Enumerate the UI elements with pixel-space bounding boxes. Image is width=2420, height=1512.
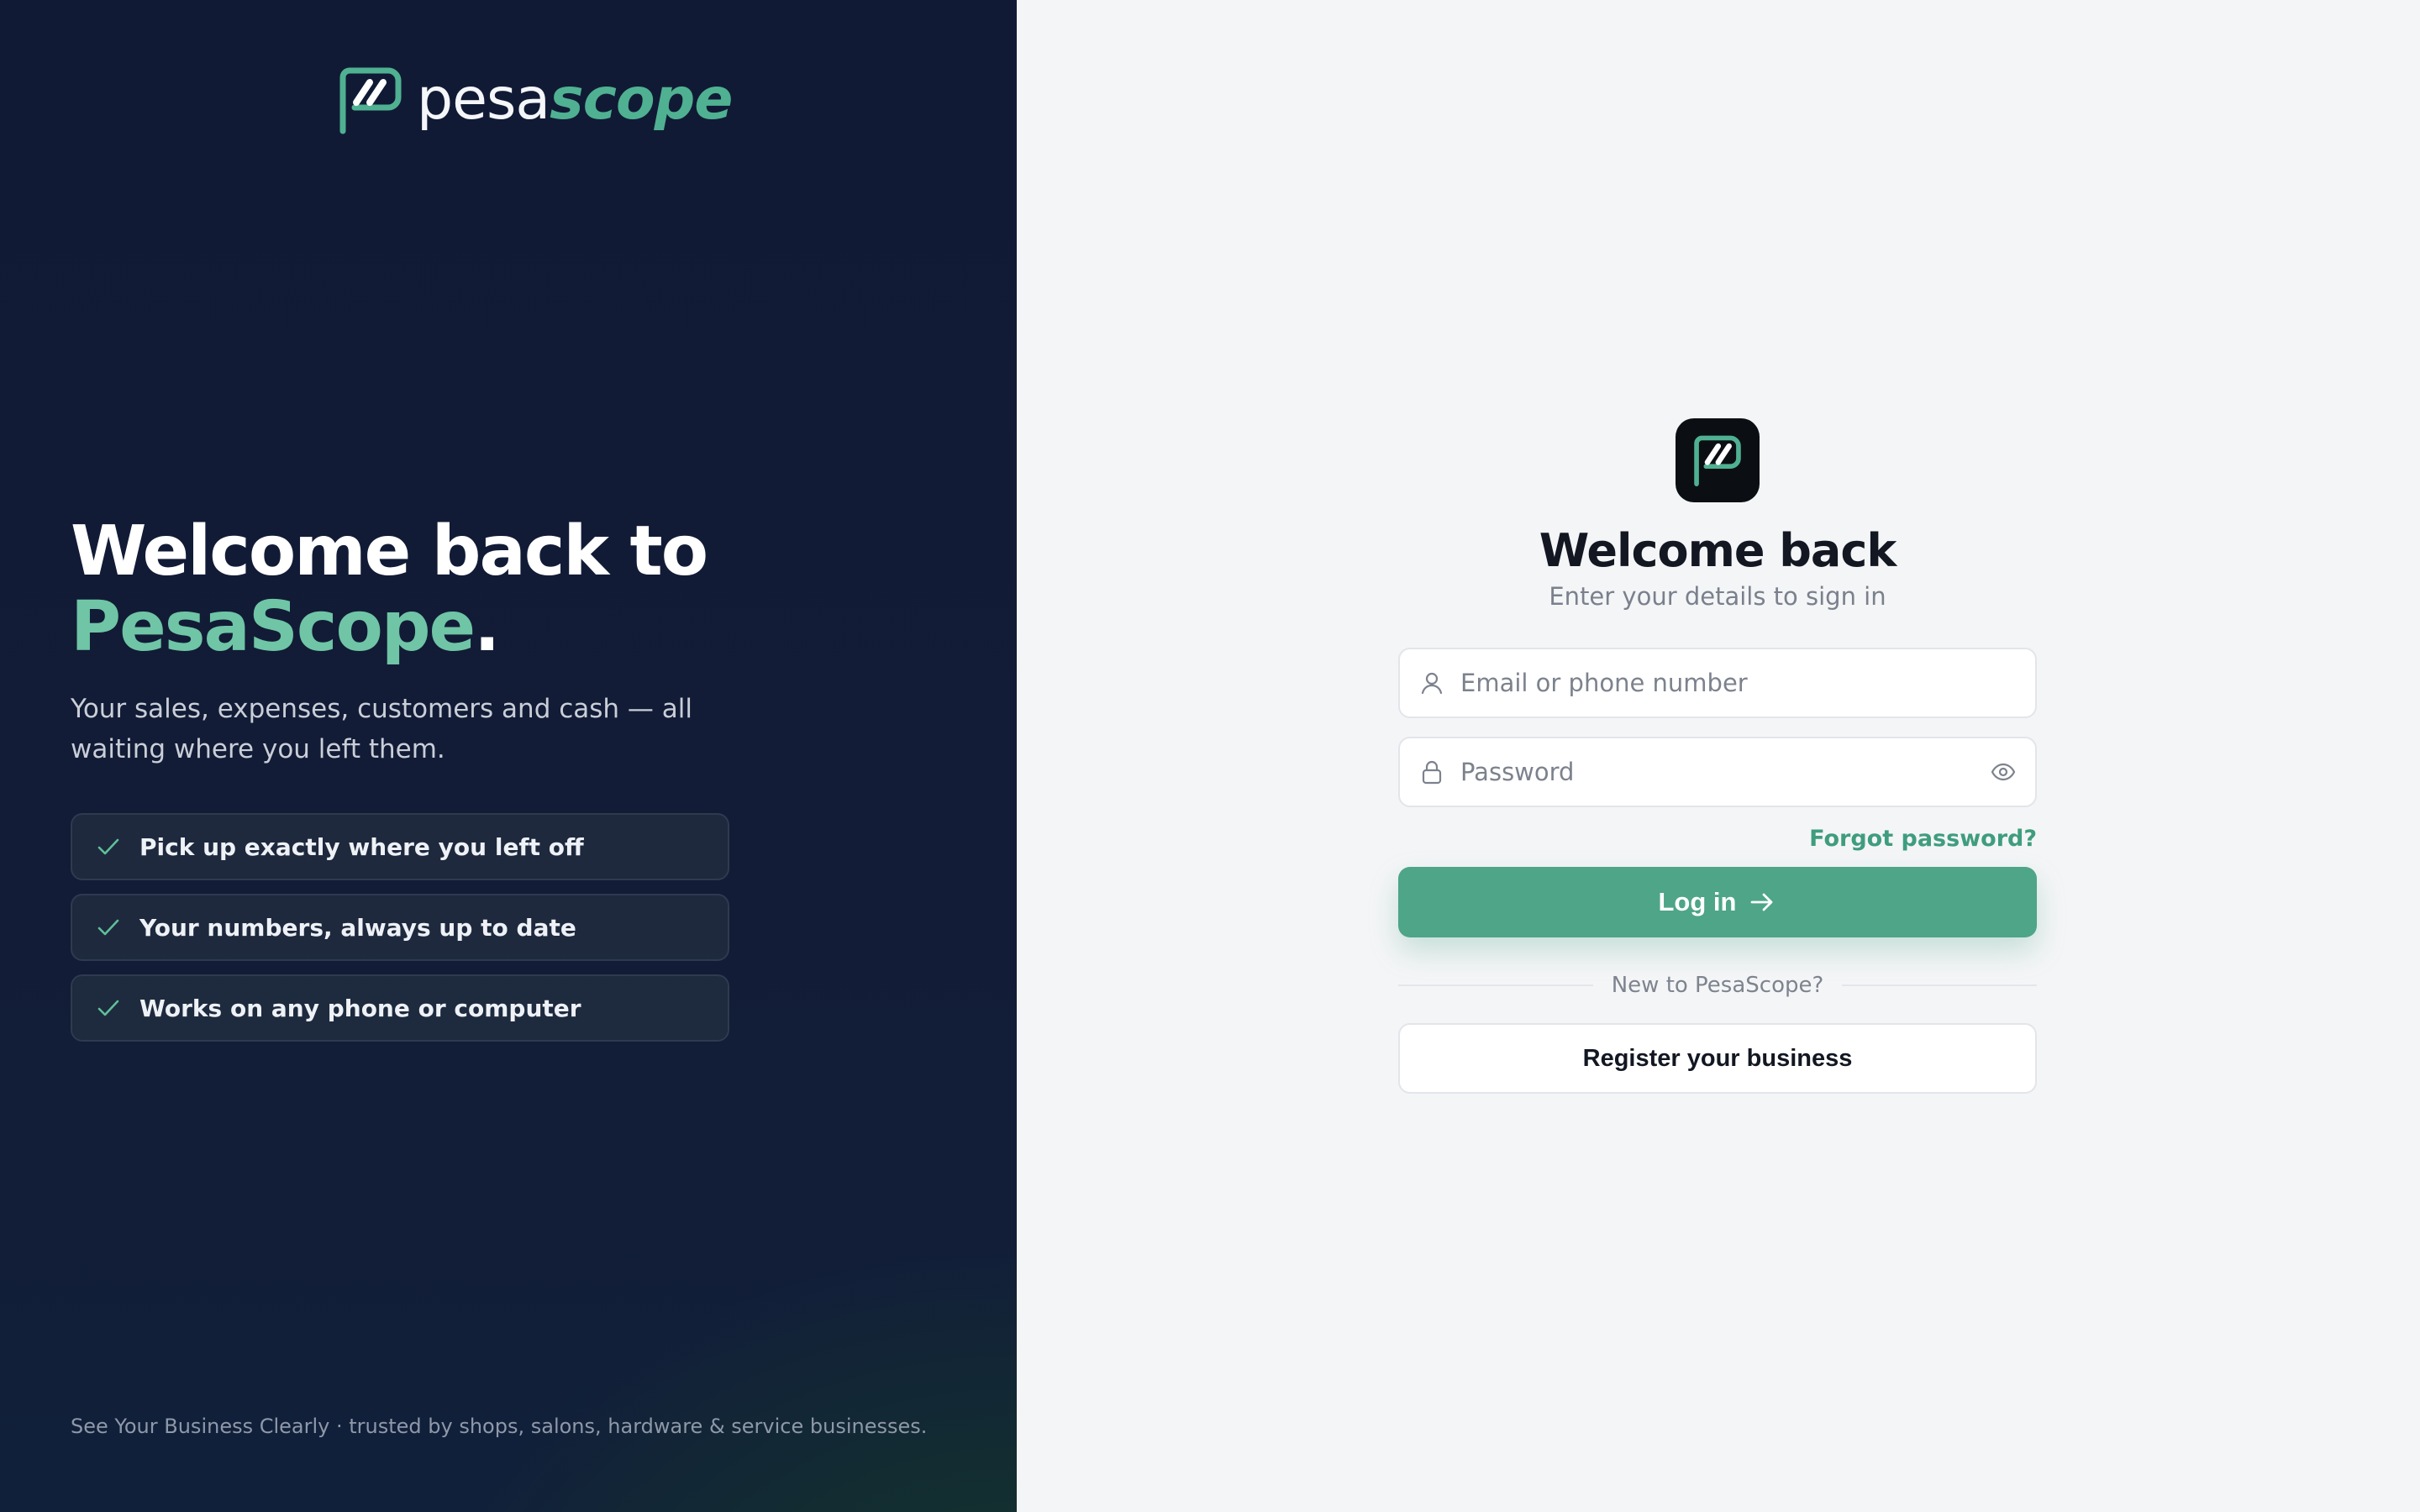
hero: Welcome back to PesaScope. Your sales, e…	[71, 514, 827, 1042]
divider-line	[1398, 984, 1593, 986]
login-page: pesascope Welcome back to PesaScope. You…	[0, 0, 2420, 1512]
register-divider: New to PesaScope?	[1398, 973, 2038, 998]
hero-heading-period: .	[474, 587, 500, 667]
divider-line	[1842, 984, 2038, 986]
feature-label: Pick up exactly where you left off	[139, 832, 584, 861]
check-icon	[97, 1000, 119, 1016]
lock-icon	[1422, 760, 1442, 785]
brand-name-part1: pesa	[417, 66, 550, 133]
hero-subtext: Your sales, expenses, customers and cash…	[71, 694, 693, 764]
email-field[interactable]	[1398, 648, 2037, 718]
login-title: Welcome back	[1539, 524, 1897, 577]
login-form: Welcome back Enter your details to sign …	[1398, 418, 2038, 1094]
brand-name: pesascope	[417, 71, 733, 129]
feature-list: Pick up exactly where you left off Your …	[71, 813, 827, 1042]
check-icon	[97, 919, 119, 936]
feature-label: Works on any phone or computer	[139, 994, 581, 1022]
marketing-panel: pesascope Welcome back to PesaScope. You…	[0, 0, 1017, 1512]
login-panel: Welcome back Enter your details to sign …	[1017, 0, 2420, 1512]
feature-item: Works on any phone or computer	[71, 974, 729, 1042]
hero-heading-line1: Welcome back to	[71, 512, 708, 591]
login-button-label: Log in	[1658, 887, 1737, 916]
pesascope-logo-icon	[339, 67, 402, 134]
forgot-password-link[interactable]: Forgot password?	[1398, 826, 2037, 852]
password-field[interactable]	[1398, 737, 2037, 807]
password-input[interactable]	[1459, 757, 1976, 787]
feature-item: Pick up exactly where you left off	[71, 813, 729, 880]
divider-label: New to PesaScope?	[1611, 973, 1824, 998]
pesascope-logo-icon	[1694, 435, 1741, 486]
email-input[interactable]	[1459, 668, 2017, 698]
login-button[interactable]: Log in	[1398, 867, 2037, 937]
login-subtitle: Enter your details to sign in	[1549, 582, 1886, 611]
feature-item: Your numbers, always up to date	[71, 894, 729, 961]
brand-logo[interactable]: pesascope	[336, 66, 733, 134]
feature-label: Your numbers, always up to date	[139, 913, 576, 942]
eye-icon[interactable]	[1990, 759, 2017, 785]
brand-name-part2: scope	[550, 66, 733, 133]
user-icon	[1421, 672, 1443, 695]
app-icon	[1676, 418, 1760, 502]
arrow-right-icon	[1751, 893, 1773, 911]
check-icon	[97, 838, 119, 855]
footer-tagline: See Your Business Clearly · trusted by s…	[71, 1415, 928, 1438]
hero-heading-accent: PesaScope	[71, 587, 476, 667]
register-button[interactable]: Register your business	[1398, 1023, 2037, 1094]
hero-heading: Welcome back to PesaScope.	[71, 514, 827, 665]
register-button-label: Register your business	[1582, 1044, 1853, 1072]
